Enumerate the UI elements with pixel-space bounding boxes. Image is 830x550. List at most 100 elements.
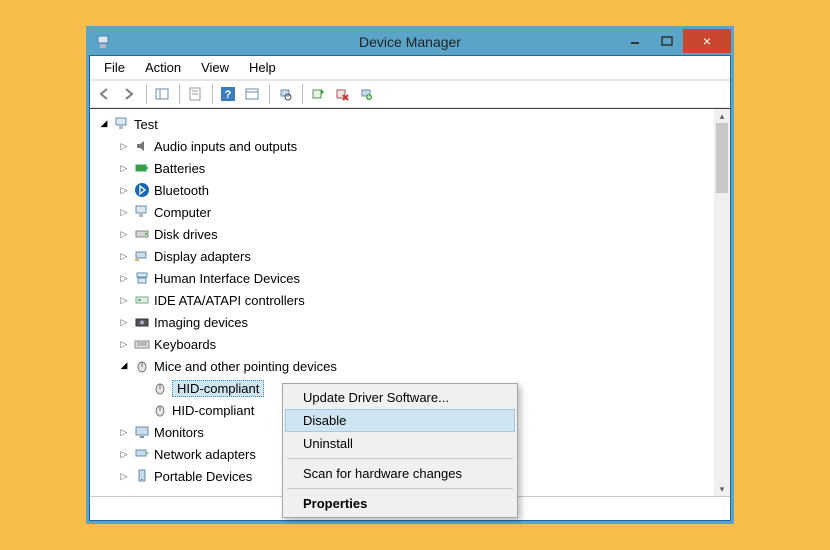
vertical-scrollbar[interactable]: ▴ ▾ bbox=[714, 109, 730, 496]
toolbar-separator bbox=[269, 84, 270, 104]
speaker-icon bbox=[134, 138, 150, 154]
tree-label: Keyboards bbox=[154, 337, 216, 352]
expand-icon[interactable]: ▷ bbox=[118, 229, 130, 240]
battery-icon bbox=[134, 160, 150, 176]
properties-icon[interactable] bbox=[184, 83, 206, 105]
tree-label: Disk drives bbox=[154, 227, 218, 242]
context-menu: Update Driver Software... Disable Uninst… bbox=[282, 383, 518, 518]
expand-icon[interactable]: ▷ bbox=[118, 339, 130, 350]
tree-label: Human Interface Devices bbox=[154, 271, 300, 286]
tree-node-bluetooth[interactable]: ▷ Bluetooth bbox=[92, 179, 712, 201]
tree-node-batteries[interactable]: ▷ Batteries bbox=[92, 157, 712, 179]
tree-node-mice[interactable]: ◢ Mice and other pointing devices bbox=[92, 355, 712, 377]
action-icon[interactable] bbox=[241, 83, 263, 105]
tree-node-display[interactable]: ▷ Display adapters bbox=[92, 245, 712, 267]
menu-file[interactable]: File bbox=[94, 58, 135, 77]
ctx-separator bbox=[287, 458, 513, 459]
ctx-update-driver[interactable]: Update Driver Software... bbox=[285, 386, 515, 409]
camera-icon bbox=[134, 314, 150, 330]
disk-icon bbox=[134, 226, 150, 242]
show-hide-console-icon[interactable] bbox=[151, 83, 173, 105]
uninstall-device-icon[interactable] bbox=[355, 83, 377, 105]
toolbar-separator bbox=[179, 84, 180, 104]
computer-icon bbox=[114, 116, 130, 132]
ide-icon bbox=[134, 292, 150, 308]
tree-label: Display adapters bbox=[154, 249, 251, 264]
toolbar-separator bbox=[302, 84, 303, 104]
portable-device-icon bbox=[134, 468, 150, 484]
expand-icon[interactable]: ▷ bbox=[118, 471, 130, 482]
mouse-icon bbox=[152, 402, 168, 418]
menubar: File Action View Help bbox=[90, 56, 730, 80]
expand-icon[interactable]: ▷ bbox=[118, 207, 130, 218]
ctx-uninstall[interactable]: Uninstall bbox=[285, 432, 515, 455]
ctx-disable[interactable]: Disable bbox=[285, 409, 515, 432]
tree-label: Bluetooth bbox=[154, 183, 209, 198]
display-adapter-icon bbox=[134, 248, 150, 264]
forward-button[interactable] bbox=[118, 83, 140, 105]
tree-label: HID-compliant bbox=[172, 403, 254, 418]
tree-label: HID-compliant bbox=[172, 380, 264, 397]
tree-label: Mice and other pointing devices bbox=[154, 359, 337, 374]
expand-icon[interactable]: ▷ bbox=[118, 449, 130, 460]
app-icon bbox=[95, 34, 111, 50]
maximize-button[interactable] bbox=[651, 29, 683, 53]
network-icon bbox=[134, 446, 150, 462]
toolbar-separator bbox=[212, 84, 213, 104]
enable-device-icon[interactable] bbox=[307, 83, 329, 105]
menu-help[interactable]: Help bbox=[239, 58, 286, 77]
mouse-icon bbox=[134, 358, 150, 374]
back-button[interactable] bbox=[94, 83, 116, 105]
tree-root[interactable]: ◢ Test bbox=[92, 113, 712, 135]
tree-node-computer[interactable]: ▷ Computer bbox=[92, 201, 712, 223]
tree-node-disks[interactable]: ▷ Disk drives bbox=[92, 223, 712, 245]
tree-label: Network adapters bbox=[154, 447, 256, 462]
scroll-down-arrow[interactable]: ▾ bbox=[714, 482, 730, 496]
root-label: Test bbox=[134, 117, 158, 132]
toolbar: ? bbox=[90, 80, 730, 108]
titlebar[interactable]: Device Manager × bbox=[89, 29, 731, 55]
ctx-scan[interactable]: Scan for hardware changes bbox=[285, 462, 515, 485]
help-icon[interactable]: ? bbox=[217, 83, 239, 105]
tree-label: Audio inputs and outputs bbox=[154, 139, 297, 154]
close-button[interactable]: × bbox=[683, 29, 731, 53]
expand-icon[interactable]: ▷ bbox=[118, 317, 130, 328]
svg-text:?: ? bbox=[225, 89, 232, 101]
ctx-separator bbox=[287, 488, 513, 489]
bluetooth-icon bbox=[134, 182, 150, 198]
tree-node-audio[interactable]: ▷ Audio inputs and outputs bbox=[92, 135, 712, 157]
expand-icon[interactable]: ▷ bbox=[118, 251, 130, 262]
scan-hardware-icon[interactable] bbox=[274, 83, 296, 105]
toolbar-separator bbox=[146, 84, 147, 104]
collapse-icon[interactable]: ◢ bbox=[118, 360, 130, 371]
expand-icon[interactable]: ▷ bbox=[118, 427, 130, 438]
menu-action[interactable]: Action bbox=[135, 58, 191, 77]
expand-icon[interactable]: ▷ bbox=[118, 273, 130, 284]
ctx-properties[interactable]: Properties bbox=[285, 492, 515, 515]
tree-node-ide[interactable]: ▷ IDE ATA/ATAPI controllers bbox=[92, 289, 712, 311]
tree-node-hid[interactable]: ▷ Human Interface Devices bbox=[92, 267, 712, 289]
expand-icon[interactable]: ▷ bbox=[118, 185, 130, 196]
hid-icon bbox=[134, 270, 150, 286]
tree-label: Batteries bbox=[154, 161, 205, 176]
scroll-up-arrow[interactable]: ▴ bbox=[714, 109, 730, 123]
disable-device-icon[interactable] bbox=[331, 83, 353, 105]
expand-icon[interactable]: ▷ bbox=[118, 141, 130, 152]
expand-icon[interactable]: ▷ bbox=[118, 163, 130, 174]
tree-label: IDE ATA/ATAPI controllers bbox=[154, 293, 305, 308]
expand-icon[interactable]: ▷ bbox=[118, 295, 130, 306]
scroll-thumb[interactable] bbox=[716, 123, 728, 193]
tree-label: Imaging devices bbox=[154, 315, 248, 330]
tree-node-keyboards[interactable]: ▷ Keyboards bbox=[92, 333, 712, 355]
mouse-icon bbox=[152, 380, 168, 396]
tree-label: Monitors bbox=[154, 425, 204, 440]
monitor-icon bbox=[134, 424, 150, 440]
tree-label: Portable Devices bbox=[154, 469, 252, 484]
tree-node-imaging[interactable]: ▷ Imaging devices bbox=[92, 311, 712, 333]
menu-view[interactable]: View bbox=[191, 58, 239, 77]
tree-label: Computer bbox=[154, 205, 211, 220]
minimize-button[interactable] bbox=[619, 29, 651, 53]
collapse-icon[interactable]: ◢ bbox=[98, 118, 110, 129]
computer-icon bbox=[134, 204, 150, 220]
keyboard-icon bbox=[134, 336, 150, 352]
